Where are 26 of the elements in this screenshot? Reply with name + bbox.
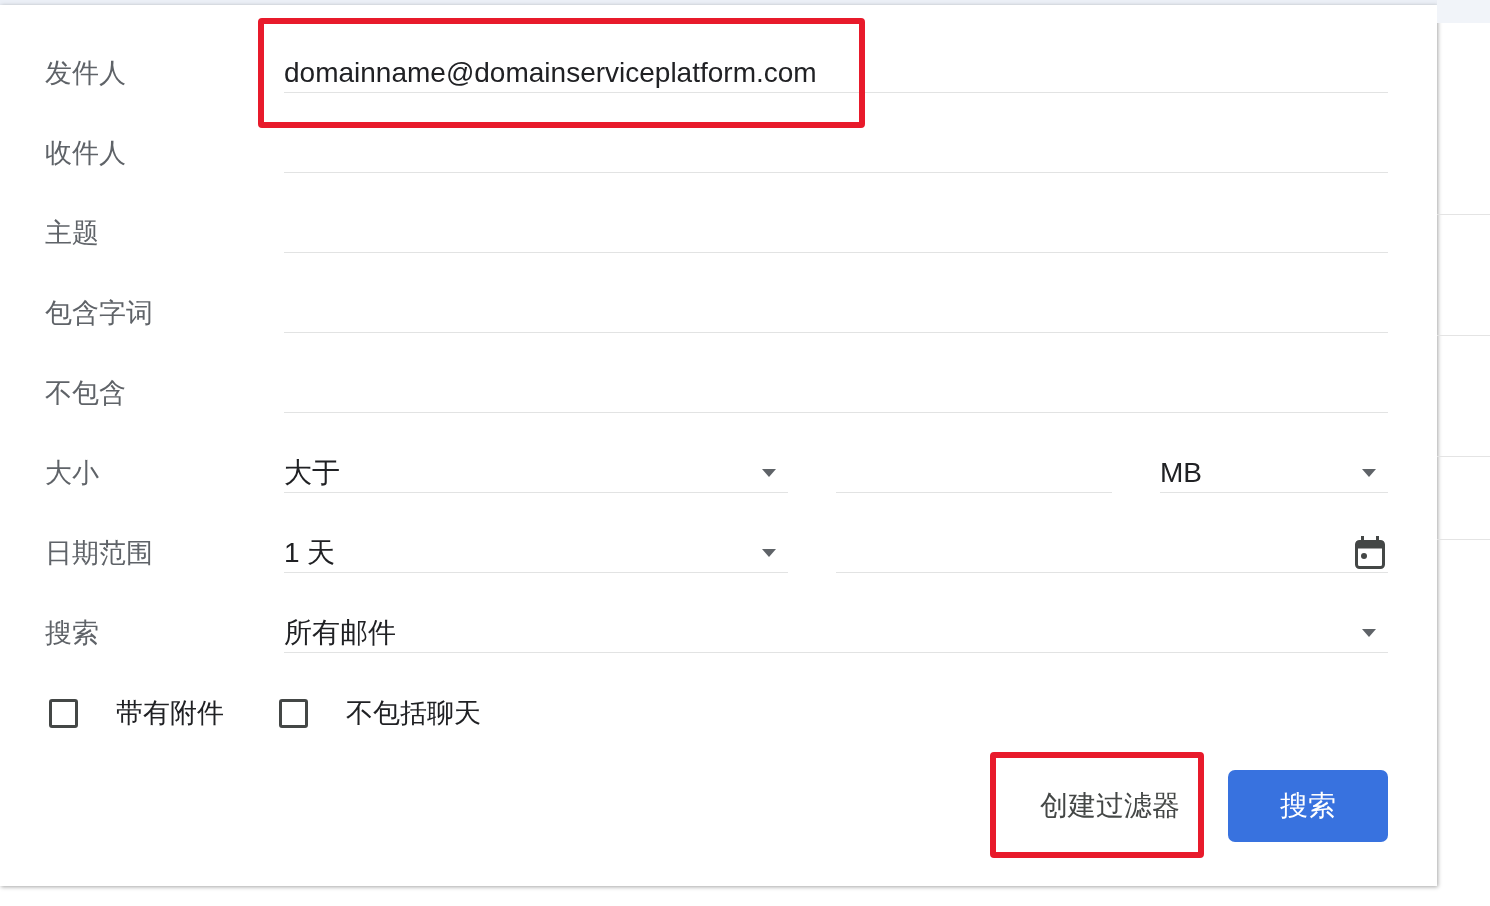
text-field[interactable]: domainname@domainserviceplatform.com [284, 53, 1388, 93]
header-strip [1437, 0, 1490, 23]
field-label: 发件人 [45, 56, 127, 90]
caret-icon [762, 468, 776, 477]
dropdown[interactable]: 1 天 [284, 533, 788, 573]
checkbox[interactable] [49, 698, 78, 728]
dropdown[interactable]: MB [1160, 453, 1388, 493]
field-label: 包含字词 [45, 296, 154, 330]
field-label: 日期范围 [45, 536, 154, 570]
field-label: 主题 [45, 216, 100, 250]
field-label: 收件人 [45, 136, 127, 170]
field-label: 搜索 [45, 616, 100, 650]
calendar-icon [1355, 536, 1385, 569]
caret-icon [1362, 628, 1376, 637]
caret-icon [1362, 468, 1376, 477]
checkbox[interactable] [279, 698, 308, 728]
field-label: 大小 [45, 456, 100, 490]
checkbox-label: 不包括聊天 [346, 696, 481, 730]
flat-button[interactable]: 创建过滤器 [1024, 770, 1196, 842]
dropdown[interactable]: 所有邮件 [284, 613, 1388, 653]
primary-button[interactable]: 搜索 [1228, 770, 1388, 842]
date-field[interactable] [836, 533, 1388, 573]
dropdown[interactable]: 大于 [284, 453, 788, 493]
checkbox-label: 带有附件 [116, 696, 224, 730]
caret-icon [762, 548, 776, 557]
field-label: 不包含 [45, 376, 127, 410]
